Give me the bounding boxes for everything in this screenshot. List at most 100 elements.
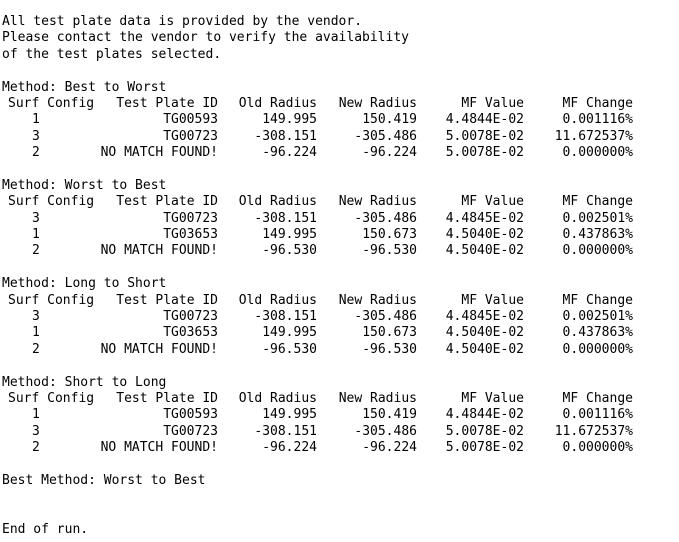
- old-radius-cell: -96.224: [262, 145, 317, 161]
- mf-change-cell: 0.002501%: [562, 210, 633, 226]
- method-title: Method: Long to Short: [2, 276, 167, 292]
- new-radius-cell: -305.486: [354, 128, 417, 144]
- old-radius-cell: -308.151: [254, 128, 317, 144]
- surf-config-cell: 2: [32, 145, 40, 161]
- old-radius-cell: -96.224: [262, 440, 317, 456]
- new-radius-cell: -305.486: [354, 423, 417, 439]
- method-title: Method: Short to Long: [2, 374, 167, 390]
- new-radius-cell: -305.486: [354, 309, 417, 325]
- header-new-radius: New Radius: [338, 390, 417, 406]
- mf-change-cell: 0.001116%: [562, 112, 633, 128]
- table-row: 1 TG00593 149.995 150.419 4.4844E-02 0.001116…: [2, 407, 677, 423]
- mf-value-cell: 5.0078E-02: [445, 423, 524, 439]
- mf-change-cell: 0.437863%: [562, 227, 633, 243]
- surf-config-cell: 1: [32, 325, 40, 341]
- new-radius-cell: -96.530: [362, 341, 417, 357]
- test-plate-id-cell: NO MATCH FOUND!: [100, 440, 218, 456]
- mf-value-cell: 4.4844E-02: [445, 407, 524, 423]
- old-radius-cell: -96.530: [262, 243, 317, 259]
- new-radius-cell: -96.224: [362, 145, 417, 161]
- mf-value-cell: 5.0078E-02: [445, 128, 524, 144]
- old-radius-cell: -308.151: [254, 309, 317, 325]
- table-row: 2 NO MATCH FOUND! -96.530 -96.530 4.5040E-02…: [2, 243, 677, 259]
- test-plate-id-cell: NO MATCH FOUND!: [100, 145, 218, 161]
- old-radius-cell: 149.995: [262, 407, 317, 423]
- mf-value-cell: 4.5040E-02: [445, 325, 524, 341]
- surf-config-cell: 1: [32, 112, 40, 128]
- method-section: Method: Best to Worst Surf Config Test Pla…: [2, 80, 677, 178]
- test-plate-id-cell: TG00723: [163, 210, 218, 226]
- test-plate-id-cell: TG00723: [163, 309, 218, 325]
- table-row: 1 TG03653 149.995 150.673 4.5040E-02 0.437863…: [2, 227, 677, 243]
- mf-change-cell: 0.002501%: [562, 309, 633, 325]
- test-plate-id-cell: TG00723: [163, 128, 218, 144]
- old-radius-cell: 149.995: [262, 325, 317, 341]
- mf-change-cell: 0.001116%: [562, 407, 633, 423]
- table-header-row: Surf Config Test Plate ID Old Radius New Ra…: [2, 293, 677, 309]
- header-test-plate-id: Test Plate ID: [116, 292, 218, 308]
- header-surf-config: Surf Config: [8, 194, 95, 210]
- table-row: 1 TG00593 149.995 150.419 4.4844E-02 0.001116…: [2, 112, 677, 128]
- mf-value-cell: 4.4845E-02: [445, 210, 524, 226]
- new-radius-cell: 150.419: [362, 112, 417, 128]
- header-old-radius: Old Radius: [238, 292, 317, 308]
- table-row: 2 NO MATCH FOUND! -96.224 -96.224 5.0078E-02…: [2, 145, 677, 161]
- test-plate-id-cell: TG00593: [163, 112, 218, 128]
- table-header-row: Surf Config Test Plate ID Old Radius New Ra…: [2, 194, 677, 210]
- header-old-radius: Old Radius: [238, 95, 317, 111]
- table-row: 2 NO MATCH FOUND! -96.530 -96.530 4.5040E-02…: [2, 342, 677, 358]
- table-header-row: Surf Config Test Plate ID Old Radius New Ra…: [2, 391, 677, 407]
- table-row: 2 NO MATCH FOUND! -96.224 -96.224 5.0078E-02…: [2, 440, 677, 456]
- old-radius-cell: 149.995: [262, 112, 317, 128]
- mf-change-cell: 11.672537%: [554, 423, 633, 439]
- mf-change-cell: 0.000000%: [562, 440, 633, 456]
- new-radius-cell: 150.419: [362, 407, 417, 423]
- header-new-radius: New Radius: [338, 292, 417, 308]
- mf-value-cell: 5.0078E-02: [445, 145, 524, 161]
- test-plate-id-cell: NO MATCH FOUND!: [100, 341, 218, 357]
- mf-value-cell: 4.5040E-02: [445, 243, 524, 259]
- header-mf-change: MF Change: [562, 390, 633, 406]
- new-radius-cell: -96.530: [362, 243, 417, 259]
- surf-config-cell: 3: [32, 423, 40, 439]
- surf-config-cell: 3: [32, 210, 40, 226]
- header-test-plate-id: Test Plate ID: [116, 95, 218, 111]
- surf-config-cell: 2: [32, 341, 40, 357]
- header-mf-value: MF Value: [461, 95, 524, 111]
- mf-change-cell: 0.000000%: [562, 145, 633, 161]
- old-radius-cell: -308.151: [254, 423, 317, 439]
- header-surf-config: Surf Config: [8, 95, 95, 111]
- mf-value-cell: 4.4844E-02: [445, 112, 524, 128]
- header-mf-value: MF Value: [461, 292, 524, 308]
- new-radius-cell: -305.486: [354, 210, 417, 226]
- header-mf-value: MF Value: [461, 194, 524, 210]
- mf-value-cell: 4.5040E-02: [445, 227, 524, 243]
- header-old-radius: Old Radius: [238, 390, 317, 406]
- test-plate-id-cell: TG00723: [163, 423, 218, 439]
- table-row: 3 TG00723 -308.151 -305.486 5.0078E-02 11.672…: [2, 129, 677, 145]
- mf-value-cell: 5.0078E-02: [445, 440, 524, 456]
- header-mf-change: MF Change: [562, 95, 633, 111]
- method-section: Method: Worst to Best Surf Config Test Pla…: [2, 178, 677, 276]
- best-method-line: Best Method: Worst to Best: [2, 472, 206, 488]
- surf-config-cell: 2: [32, 243, 40, 259]
- surf-config-cell: 1: [32, 227, 40, 243]
- header-mf-value: MF Value: [461, 390, 524, 406]
- header-surf-config: Surf Config: [8, 292, 95, 308]
- intro-line-1: All test plate data is provided by the v…: [2, 14, 363, 29]
- surf-config-cell: 1: [32, 407, 40, 423]
- intro-line-2: Please contact the vendor to verify the …: [2, 30, 409, 46]
- new-radius-cell: -96.224: [362, 440, 417, 456]
- method-title: Method: Best to Worst: [2, 79, 167, 95]
- surf-config-cell: 2: [32, 440, 40, 456]
- header-surf-config: Surf Config: [8, 390, 95, 406]
- method-title: Method: Worst to Best: [2, 177, 167, 193]
- test-plate-id-cell: TG00593: [163, 407, 218, 423]
- new-radius-cell: 150.673: [362, 227, 417, 243]
- header-test-plate-id: Test Plate ID: [116, 194, 218, 210]
- table-row: 3 TG00723 -308.151 -305.486 5.0078E-02 11.672…: [2, 424, 677, 440]
- new-radius-cell: 150.673: [362, 325, 417, 341]
- method-section: Method: Long to Short Surf Config Test Pla…: [2, 276, 677, 374]
- header-new-radius: New Radius: [338, 95, 417, 111]
- output-text-area: All test plate data is provided by the v…: [2, 14, 677, 539]
